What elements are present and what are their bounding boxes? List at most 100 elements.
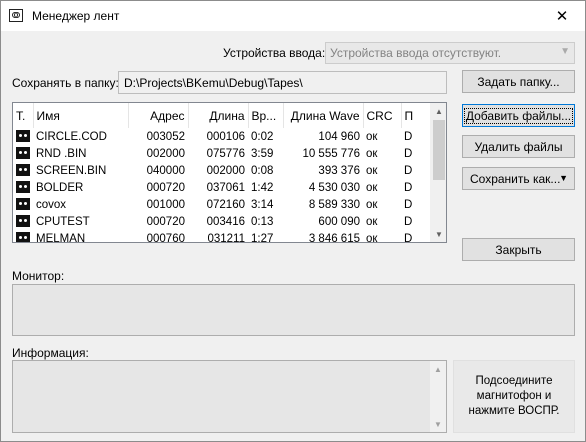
table-header: Т. Имя Адрес Длина Вр... Длина Wave CRC …	[13, 103, 434, 128]
set-folder-label: Задать папку...	[477, 74, 560, 89]
close-button[interactable]: Закрыть	[462, 238, 575, 261]
tape-app-icon	[9, 9, 23, 22]
table-cell-time: 3:59	[251, 147, 274, 160]
table-cell-crc: ок	[366, 147, 378, 160]
table-cell-type	[13, 128, 33, 145]
add-files-button[interactable]: Добавить файлы...	[462, 104, 575, 127]
tape-table: Т. Имя Адрес Длина Вр... Длина Wave CRC …	[13, 103, 434, 243]
table-cell-addr: 000720	[146, 215, 185, 228]
scroll-down-icon[interactable]: ▼	[431, 226, 446, 242]
set-folder-button[interactable]: Задать папку...	[462, 70, 575, 93]
table-cell-name: BOLDER	[36, 181, 84, 194]
table-cell-addr: 003052	[146, 130, 185, 143]
table-cell-len: 002000	[206, 164, 245, 177]
table-row[interactable]: MELMAN 000760 031211 1:27 3 846 615 ок D	[13, 230, 433, 243]
chevron-down-icon: ▼	[560, 46, 570, 57]
table-cell-len: 075776	[206, 147, 245, 160]
tape-icon	[16, 147, 30, 160]
scroll-up-icon[interactable]: ▲	[430, 361, 446, 377]
table-row[interactable]: CIRCLE.COD 003052 000106 0:02 104 960 ок D	[13, 128, 433, 145]
info-textbox[interactable]: ▲ ▼	[12, 360, 447, 433]
table-cell-crc: ок	[366, 232, 378, 243]
delete-files-label: Удалить файлы	[474, 139, 563, 154]
table-cell-len: 037061	[206, 181, 245, 194]
table-row[interactable]: SCREEN.BIN 040000 002000 0:08 393 376 ок D	[13, 162, 433, 179]
table-cell-name: covox	[36, 198, 67, 211]
column-header-time[interactable]: Вр...	[248, 103, 284, 128]
column-header-path[interactable]: П	[401, 103, 434, 128]
table-cell-name: SCREEN.BIN	[36, 164, 107, 177]
table-cell-wave: 3 846 615	[308, 232, 360, 243]
delete-files-button[interactable]: Удалить файлы	[462, 135, 575, 158]
table-cell-wave: 8 589 330	[308, 198, 360, 211]
monitor-label: Монитор:	[12, 269, 65, 283]
table-cell-p: D	[404, 130, 413, 143]
table-cell-type	[13, 162, 33, 179]
tape-icon	[16, 232, 30, 242]
list-scrollbar[interactable]: ▲ ▼	[430, 103, 446, 242]
table-cell-crc: ок	[366, 181, 378, 194]
table-cell-len: 031211	[207, 232, 245, 243]
table-cell-p: D	[404, 147, 413, 160]
table-cell-p: D	[404, 164, 413, 177]
close-window-icon[interactable]: ✕	[539, 1, 585, 31]
info-scrollbar[interactable]: ▲ ▼	[430, 361, 446, 432]
tape-icon	[16, 164, 30, 177]
title-bar: Менеджер лент ✕	[1, 1, 585, 31]
monitor-panel	[12, 284, 575, 336]
table-cell-time: 0:02	[251, 130, 274, 143]
scroll-thumb[interactable]	[433, 120, 445, 180]
column-header-wave-length[interactable]: Длина Wave	[283, 103, 364, 128]
column-header-address[interactable]: Адрес	[128, 103, 189, 128]
table-cell-wave: 4 530 030	[308, 181, 360, 194]
tape-icon	[16, 130, 30, 143]
save-folder-path: D:\Projects\BKemu\Debug\Tapes\	[118, 71, 447, 94]
tape-file-list[interactable]: Т. Имя Адрес Длина Вр... Длина Wave CRC …	[12, 102, 447, 243]
table-cell-p: D	[404, 232, 413, 243]
table-row[interactable]: covox 001000 072160 3:14 8 589 330 ок D	[13, 196, 433, 213]
table-cell-time: 1:27	[251, 232, 274, 243]
table-cell-len: 072160	[206, 198, 245, 211]
table-cell-type	[13, 145, 33, 162]
save-folder-label: Сохранять в папку:	[12, 76, 119, 90]
column-header-crc[interactable]: CRC	[363, 103, 402, 128]
tape-icon	[16, 198, 30, 211]
save-as-dropdown[interactable]: Сохранить как... ▼	[462, 167, 575, 190]
close-label: Закрыть	[495, 242, 542, 257]
table-cell-time: 3:14	[251, 198, 274, 211]
tape-manager-window: Менеджер лент ✕ Устройства ввода: Устрой…	[0, 0, 586, 442]
tape-icon	[16, 181, 30, 194]
table-cell-crc: ок	[366, 164, 378, 177]
table-row[interactable]: BOLDER 000720 037061 1:42 4 530 030 ок D	[13, 179, 433, 196]
table-cell-len: 003416	[206, 215, 245, 228]
scroll-up-icon[interactable]: ▲	[431, 103, 446, 119]
info-label: Информация:	[12, 346, 89, 360]
table-cell-wave: 600 090	[318, 215, 360, 228]
table-cell-p: D	[404, 215, 413, 228]
table-cell-addr: 000720	[146, 181, 185, 194]
table-cell-wave: 393 376	[318, 164, 360, 177]
column-header-type[interactable]: Т.	[13, 103, 34, 128]
table-cell-time: 1:42	[251, 181, 274, 194]
table-cell-type	[13, 213, 33, 230]
column-header-length[interactable]: Длина	[188, 103, 249, 128]
table-cell-name: MELMAN	[36, 232, 86, 243]
table-cell-crc: ок	[366, 130, 378, 143]
input-device-value: Устройства ввода отсутствуют.	[330, 46, 502, 60]
table-cell-wave: 10 555 776	[302, 147, 360, 160]
table-row[interactable]: CPUTEST 000720 003416 0:13 600 090 ок D	[13, 213, 433, 230]
add-files-label: Добавить файлы...	[463, 107, 574, 124]
column-header-name[interactable]: Имя	[33, 103, 129, 128]
table-cell-type	[13, 196, 33, 213]
hint-message: Подсоедините магнитофон и нажмите ВОСПР.	[453, 360, 575, 433]
scroll-down-icon[interactable]: ▼	[430, 416, 446, 432]
tape-icon	[16, 215, 30, 228]
table-row[interactable]: RND .BIN 002000 075776 3:59 10 555 776 ок D	[13, 145, 433, 162]
table-cell-wave: 104 960	[318, 130, 360, 143]
window-title: Менеджер лент	[32, 9, 120, 23]
table-cell-len: 000106	[206, 130, 245, 143]
save-as-label: Сохранить как...	[470, 171, 561, 186]
input-device-label: Устройства ввода:	[223, 46, 326, 60]
table-cell-crc: ок	[366, 215, 378, 228]
table-cell-time: 0:08	[251, 164, 274, 177]
